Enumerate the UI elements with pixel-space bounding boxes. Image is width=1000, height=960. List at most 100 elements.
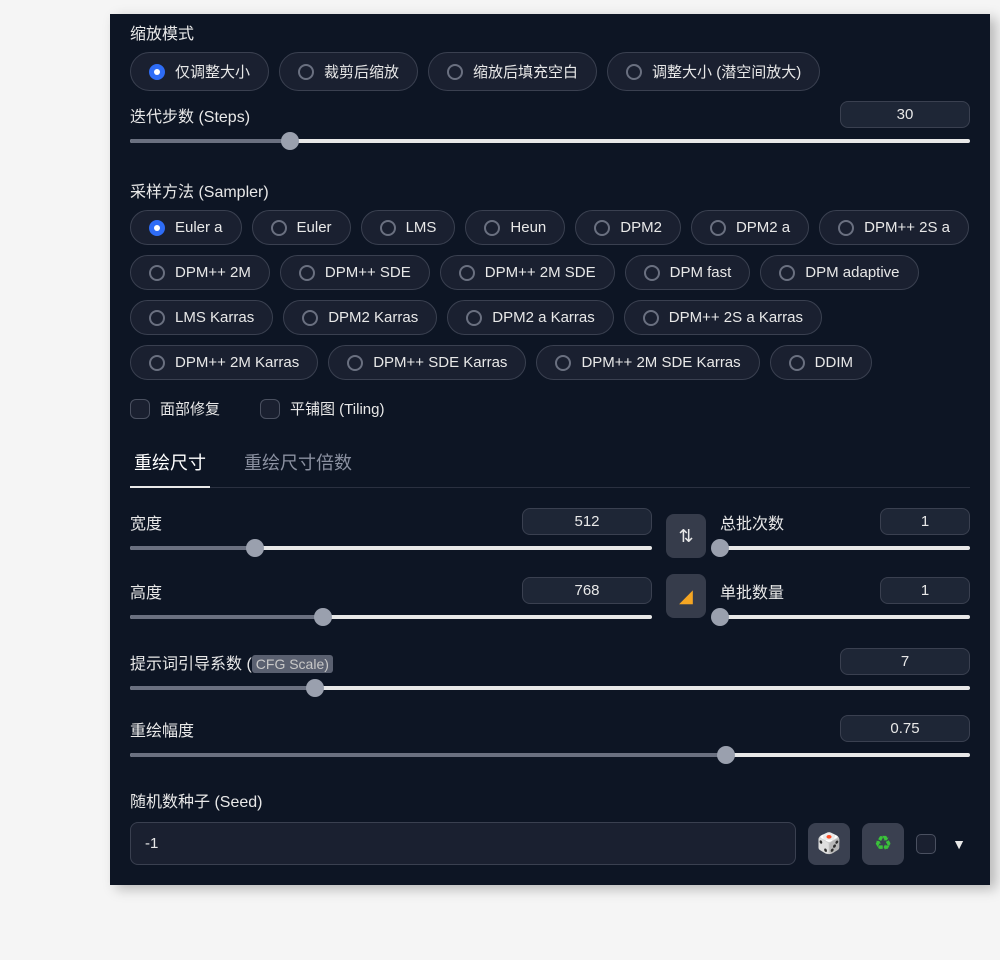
cfg-value[interactable]: 7 [840, 648, 970, 675]
cfg-group: 提示词引导系数 (CFG Scale) 7 [130, 648, 970, 695]
sampler-option[interactable]: Heun [465, 210, 565, 245]
seed-reuse-button[interactable]: ♻ [862, 823, 904, 865]
sampler-option[interactable]: Euler [252, 210, 351, 245]
batch-count-slider[interactable] [720, 541, 970, 555]
height-label: 高度 [130, 579, 162, 603]
radio-icon [149, 64, 165, 80]
resize-mode-option[interactable]: 仅调整大小 [130, 52, 269, 91]
sampler-option[interactable]: DDIM [770, 345, 872, 380]
sampler-option[interactable]: DPM fast [625, 255, 751, 290]
radio-label: DPM++ 2M SDE [485, 264, 596, 281]
seed-row: 🎲 ♻ ▼ [130, 822, 970, 865]
sampler-option[interactable]: DPM2 a Karras [447, 300, 614, 335]
radio-icon [710, 220, 726, 236]
sampler-option[interactable]: DPM++ 2S a Karras [624, 300, 822, 335]
swap-icon: ⇅ [678, 526, 693, 547]
radio-icon [302, 310, 318, 326]
height-slider[interactable] [130, 610, 652, 624]
steps-group: 迭代步数 (Steps) 30 [130, 101, 970, 148]
face-restore-label: 面部修复 [160, 398, 220, 419]
sampler-option[interactable]: LMS Karras [130, 300, 273, 335]
denoise-value[interactable]: 0.75 [840, 715, 970, 742]
steps-label: 迭代步数 (Steps) [130, 103, 250, 127]
aspect-ratio-button[interactable]: ◣ [666, 574, 706, 618]
radio-label: Heun [510, 219, 546, 236]
face-restore-checkbox[interactable]: 面部修复 [130, 398, 220, 419]
radio-label: DPM2 a Karras [492, 309, 595, 326]
sampler-option[interactable]: DPM2 Karras [283, 300, 437, 335]
batch-size-value[interactable]: 1 [880, 577, 970, 604]
steps-value[interactable]: 30 [840, 101, 970, 128]
caret-down-icon: ▼ [952, 836, 966, 852]
sampler-option[interactable]: DPM2 [575, 210, 681, 245]
resize-mode-option[interactable]: 缩放后填充空白 [428, 52, 597, 91]
tiling-checkbox[interactable]: 平铺图 (Tiling) [260, 398, 384, 419]
sampler-option[interactable]: DPM2 a [691, 210, 809, 245]
denoise-label: 重绘幅度 [130, 717, 194, 741]
resize-mode-option[interactable]: 裁剪后缩放 [279, 52, 418, 91]
tab-resize[interactable]: 重绘尺寸 [130, 439, 210, 487]
radio-icon [299, 265, 315, 281]
checkbox-icon [260, 399, 280, 419]
radio-icon [789, 355, 805, 371]
width-value[interactable]: 512 [522, 508, 652, 535]
sampler-option[interactable]: DPM++ 2M Karras [130, 345, 318, 380]
radio-label: DPM++ 2S a [864, 219, 950, 236]
radio-label: Euler [297, 219, 332, 236]
sampler-option[interactable]: DPM++ SDE Karras [328, 345, 526, 380]
sampler-option[interactable]: DPM++ 2M SDE Karras [536, 345, 759, 380]
radio-icon [484, 220, 500, 236]
resize-tabs: 重绘尺寸重绘尺寸倍数 [130, 439, 970, 488]
steps-slider[interactable] [130, 134, 970, 148]
radio-label: DPM2 [620, 219, 662, 236]
seed-input[interactable] [130, 822, 796, 865]
batch-count-value[interactable]: 1 [880, 508, 970, 535]
radio-label: DPM2 a [736, 219, 790, 236]
radio-label: DPM++ 2S a Karras [669, 309, 803, 326]
radio-label: LMS [406, 219, 437, 236]
swap-dimensions-button[interactable]: ⇅ [666, 514, 706, 558]
settings-panel: 缩放模式 仅调整大小 裁剪后缩放 缩放后填充空白 调整大小 (潜空间放大) 迭代步数 … [110, 14, 990, 885]
radio-label: DPM++ SDE [325, 264, 411, 281]
sampler-option[interactable]: DPM adaptive [760, 255, 918, 290]
seed-expand-button[interactable]: ▼ [948, 836, 970, 852]
radio-label: 缩放后填充空白 [473, 61, 578, 82]
radio-icon [380, 220, 396, 236]
batch-size-slider[interactable] [720, 610, 970, 624]
sampler-option[interactable]: DPM++ 2M SDE [440, 255, 615, 290]
sampler-option[interactable]: DPM++ SDE [280, 255, 430, 290]
denoise-slider[interactable] [130, 748, 970, 762]
batch-count-label: 总批次数 [720, 510, 784, 534]
radio-label: 调整大小 (潜空间放大) [652, 61, 801, 82]
radio-icon [838, 220, 854, 236]
seed-extra-checkbox[interactable] [916, 834, 936, 854]
recycle-icon: ♻ [874, 831, 892, 856]
width-slider[interactable] [130, 541, 652, 555]
sampler-label: 采样方法 (Sampler) [130, 172, 970, 202]
radio-icon [149, 355, 165, 371]
radio-label: DPM++ 2M [175, 264, 251, 281]
triangle-icon: ◣ [679, 586, 693, 607]
radio-label: DPM adaptive [805, 264, 899, 281]
radio-icon [447, 64, 463, 80]
checkbox-row: 面部修复 平铺图 (Tiling) [130, 398, 970, 419]
resize-mode-option[interactable]: 调整大小 (潜空间放大) [607, 52, 820, 91]
resize-mode-label: 缩放模式 [130, 14, 970, 44]
radio-label: DPM++ 2M Karras [175, 354, 299, 371]
sampler-option[interactable]: DPM++ 2S a [819, 210, 969, 245]
width-label: 宽度 [130, 510, 162, 534]
batch-size-label: 单批数量 [720, 579, 784, 603]
radio-label: 仅调整大小 [175, 61, 250, 82]
seed-random-button[interactable]: 🎲 [808, 823, 850, 865]
cfg-hint: CFG Scale) [252, 655, 333, 673]
radio-icon [298, 64, 314, 80]
radio-icon [271, 220, 287, 236]
height-value[interactable]: 768 [522, 577, 652, 604]
tab-resize[interactable]: 重绘尺寸倍数 [240, 439, 356, 487]
sampler-option[interactable]: LMS [361, 210, 456, 245]
sampler-option[interactable]: Euler a [130, 210, 242, 245]
cfg-slider[interactable] [130, 681, 970, 695]
sampler-options: Euler a Euler LMS Heun DPM2 DPM2 a DPM++ 2S a D… [130, 210, 970, 380]
radio-label: Euler a [175, 219, 223, 236]
sampler-option[interactable]: DPM++ 2M [130, 255, 270, 290]
